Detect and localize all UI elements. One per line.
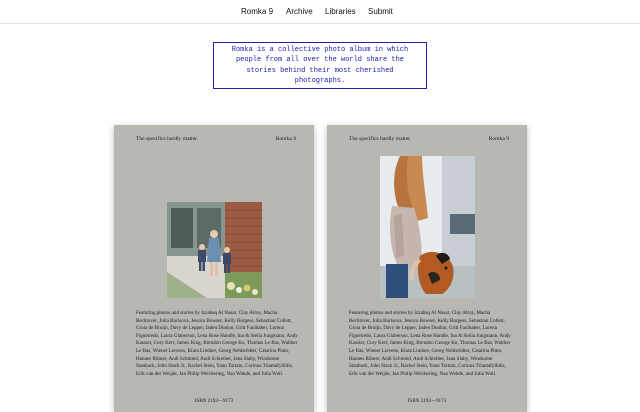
book-issue: Romka 9 bbox=[275, 136, 296, 142]
book-tagline: The specifics hardly matter. bbox=[136, 136, 199, 142]
family-portrait-illustration bbox=[167, 202, 262, 298]
nav-link-archive[interactable]: Archive bbox=[286, 6, 313, 18]
nav-link-submit[interactable]: Submit bbox=[368, 6, 393, 18]
book-credits: Featuring photos and stories by Izzabaq … bbox=[136, 310, 298, 377]
woman-with-dog-illustration bbox=[380, 156, 475, 298]
book-cover-2[interactable]: The specifics hardly matter. Romka 9 Fea… bbox=[327, 125, 527, 412]
family-portrait-photo bbox=[167, 202, 262, 298]
book-isbn: ISBN 2192—9173 bbox=[407, 398, 447, 404]
book-tagline: The specifics hardly matter. bbox=[349, 136, 412, 142]
book-header: The specifics hardly matter. Romka 9 bbox=[349, 136, 509, 146]
book-issue: Romka 9 bbox=[488, 136, 509, 142]
nav-link-libraries[interactable]: Libraries bbox=[325, 6, 356, 18]
intro-text: Romka is a collective photo album in whi… bbox=[231, 45, 409, 86]
intro-box: Romka is a collective photo album in whi… bbox=[213, 42, 427, 89]
nav-link-romka-9[interactable]: Romka 9 bbox=[241, 6, 273, 18]
book-cover-1[interactable]: The specifics hardly matter. Romka 9 Fea… bbox=[114, 125, 314, 412]
book-header: The specifics hardly matter. Romka 9 bbox=[136, 136, 296, 146]
top-nav: Romka 9 Archive Libraries Submit bbox=[0, 0, 640, 24]
book-isbn: ISBN 2192—9173 bbox=[194, 398, 234, 404]
woman-with-dog-photo bbox=[380, 156, 475, 298]
book-credits: Featuring photos and stories by Izzabaq … bbox=[349, 310, 511, 377]
